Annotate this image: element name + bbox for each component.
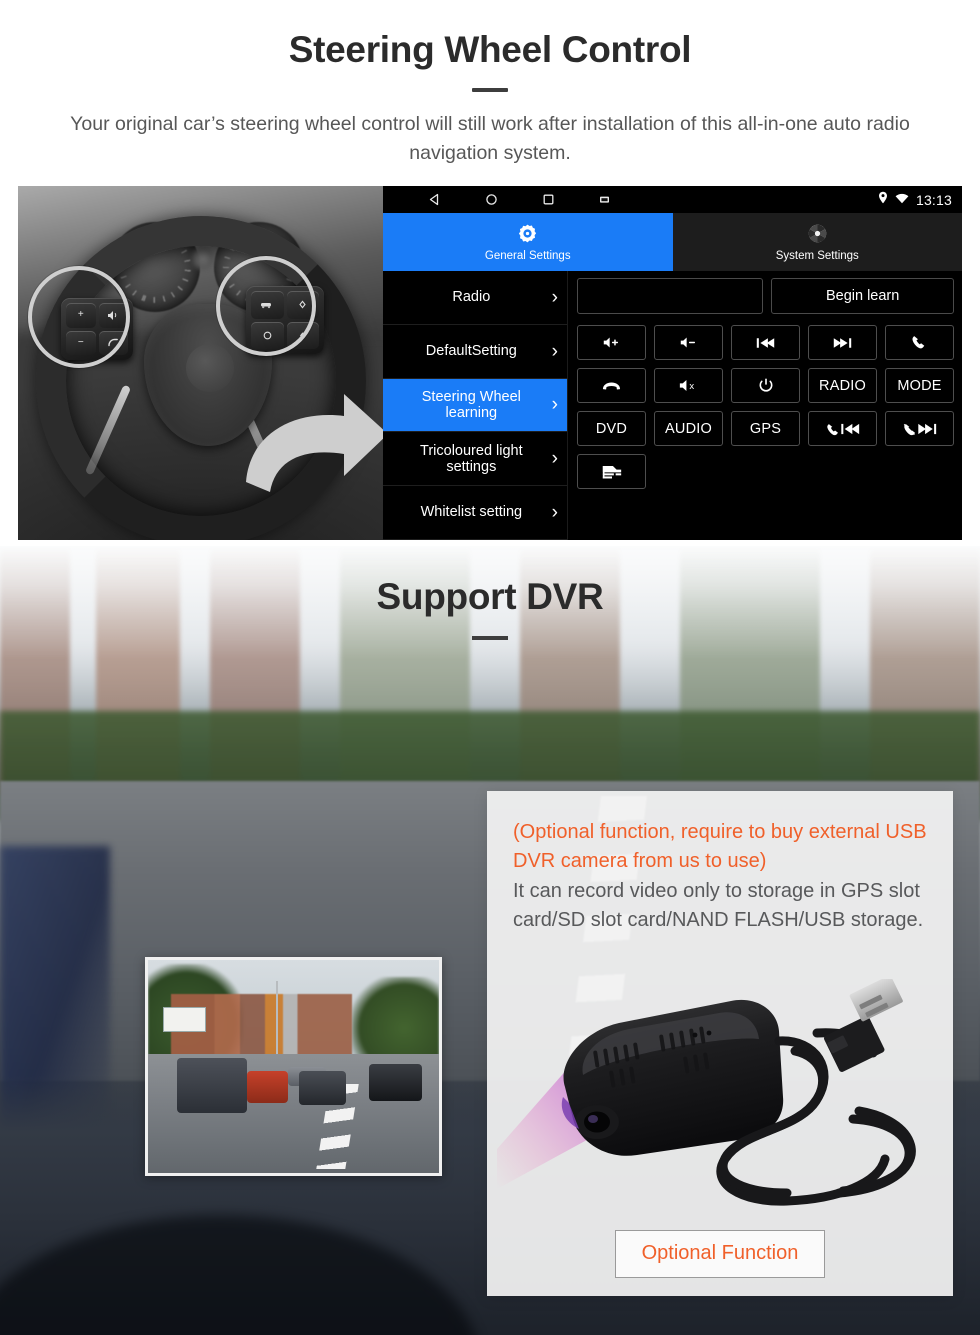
menu-item-label: DefaultSetting (425, 343, 517, 360)
android-status-bar: 13:13 (383, 186, 962, 213)
gps-button[interactable]: GPS (731, 411, 800, 446)
chevron-right-icon: › (551, 448, 558, 470)
radio-button[interactable]: RADIO (808, 368, 877, 403)
dvr-info-text: (Optional function, require to buy exter… (487, 791, 953, 934)
mode-button[interactable]: MODE (885, 368, 954, 403)
call-answer-button[interactable] (885, 325, 954, 360)
previous-track-button[interactable] (731, 325, 800, 360)
call-reject-next-button[interactable] (885, 411, 954, 446)
menu-item-label: Whitelist setting (420, 504, 523, 521)
airbag-center (186, 344, 234, 392)
status-clock: 13:13 (915, 191, 952, 208)
location-pin-icon (878, 191, 888, 209)
car-button[interactable] (577, 454, 646, 489)
usb-connector (824, 979, 903, 1072)
menu-item-steering-wheel-learning[interactable]: Steering Wheel learning › (383, 378, 567, 433)
highlight-circle-left (28, 266, 130, 368)
screenshot-icon[interactable] (599, 194, 610, 205)
steering-wheel-strip: + − 13:13 General Settings System Settin… (18, 186, 962, 540)
tab-system-settings[interactable]: System Settings (672, 213, 962, 271)
page-title: Steering Wheel Control (288, 29, 692, 70)
swc-function-grid: x RADIO MODE DVD AUDIO GPS (577, 325, 954, 489)
volume-mute-button[interactable]: x (654, 368, 723, 403)
preview-car-dark (299, 1070, 346, 1105)
section-title-support-dvr: Support DVR (376, 576, 604, 617)
menu-item-radio[interactable]: Radio › (383, 271, 567, 325)
android-head-unit-screen: 13:13 General Settings System Settings R… (383, 186, 962, 540)
tab-general-settings[interactable]: General Settings (383, 213, 673, 271)
tab-system-settings-label: System Settings (775, 249, 859, 262)
chevron-right-icon: › (551, 394, 558, 416)
next-track-button[interactable] (808, 325, 877, 360)
power-button[interactable] (731, 368, 800, 403)
title-divider (472, 87, 508, 92)
begin-learn-button[interactable]: Begin learn (771, 278, 954, 314)
back-triangle-icon[interactable] (428, 193, 441, 206)
settings-menu-list: Radio › DefaultSetting › Steering Wheel … (383, 271, 568, 540)
call-previous-button[interactable] (808, 411, 877, 446)
gear-icon (517, 223, 538, 247)
optional-function-button-wrap: Optional Function (487, 1230, 953, 1278)
chevron-right-icon: › (551, 502, 558, 524)
menu-item-label: Radio (452, 289, 491, 306)
chevron-right-icon: › (551, 286, 558, 308)
menu-item-whitelist-setting[interactable]: Whitelist setting › (383, 486, 567, 540)
tab-general-settings-label: General Settings (484, 249, 571, 262)
svg-text:x: x (689, 381, 694, 392)
dvr-optional-note: (Optional function, require to buy exter… (513, 821, 927, 872)
page-subtitle: Your original car’s steering wheel contr… (70, 112, 910, 164)
audio-button[interactable]: AUDIO (654, 411, 723, 446)
menu-item-label: Tricoloured light settings (420, 442, 523, 475)
wifi-icon (895, 191, 909, 209)
preview-car-black (369, 1064, 422, 1101)
menu-item-tricoloured-light-settings[interactable]: Tricoloured light settings › (383, 432, 567, 487)
dvd-button[interactable]: DVD (577, 411, 646, 446)
preview-car-suv (177, 1057, 247, 1114)
usb-dvr-camera-image (497, 979, 916, 1206)
support-dvr-section: Support DVR (Optional function, require … (0, 546, 980, 1335)
preview-car-red (246, 1070, 288, 1103)
steering-wheel-photo: + − (18, 186, 383, 540)
call-hangup-button[interactable] (577, 368, 646, 403)
product-feature-page: Steering Wheel Control Your original car… (0, 0, 980, 1335)
status-bar-right: 13:13 (878, 186, 952, 213)
volume-down-button[interactable] (654, 325, 723, 360)
learning-top-row: Begin learn (577, 278, 954, 314)
preview-roadsign (162, 1006, 207, 1033)
optional-function-button[interactable]: Optional Function (614, 1230, 826, 1278)
highlight-circle-right (216, 256, 316, 356)
home-circle-icon[interactable] (485, 193, 498, 206)
aperture-icon (807, 223, 828, 247)
volume-up-button[interactable] (577, 325, 646, 360)
yellow-arrow-icon (246, 394, 383, 492)
preview-trees-right (351, 977, 439, 1063)
chevron-right-icon: › (551, 340, 558, 362)
steering-wheel-control-section: Steering Wheel Control Your original car… (0, 0, 980, 546)
dvr-recording-preview (145, 957, 442, 1176)
settings-tabs: General Settings System Settings (383, 213, 962, 271)
learn-key-input[interactable] (577, 278, 764, 314)
section-title-divider (472, 636, 508, 640)
dvr-storage-note: It can record video only to storage in G… (513, 880, 924, 931)
dvr-info-card: (Optional function, require to buy exter… (487, 791, 953, 1296)
menu-item-label: Steering Wheel learning (421, 388, 521, 421)
android-nav-buttons[interactable] (428, 193, 610, 206)
menu-item-default-setting[interactable]: DefaultSetting › (383, 325, 567, 379)
steering-wheel-learning-pane: Begin learn x RADIO MODE DVD AUDIO GPS (568, 271, 962, 540)
settings-body: Radio › DefaultSetting › Steering Wheel … (383, 271, 962, 540)
recents-square-icon[interactable] (542, 193, 555, 206)
